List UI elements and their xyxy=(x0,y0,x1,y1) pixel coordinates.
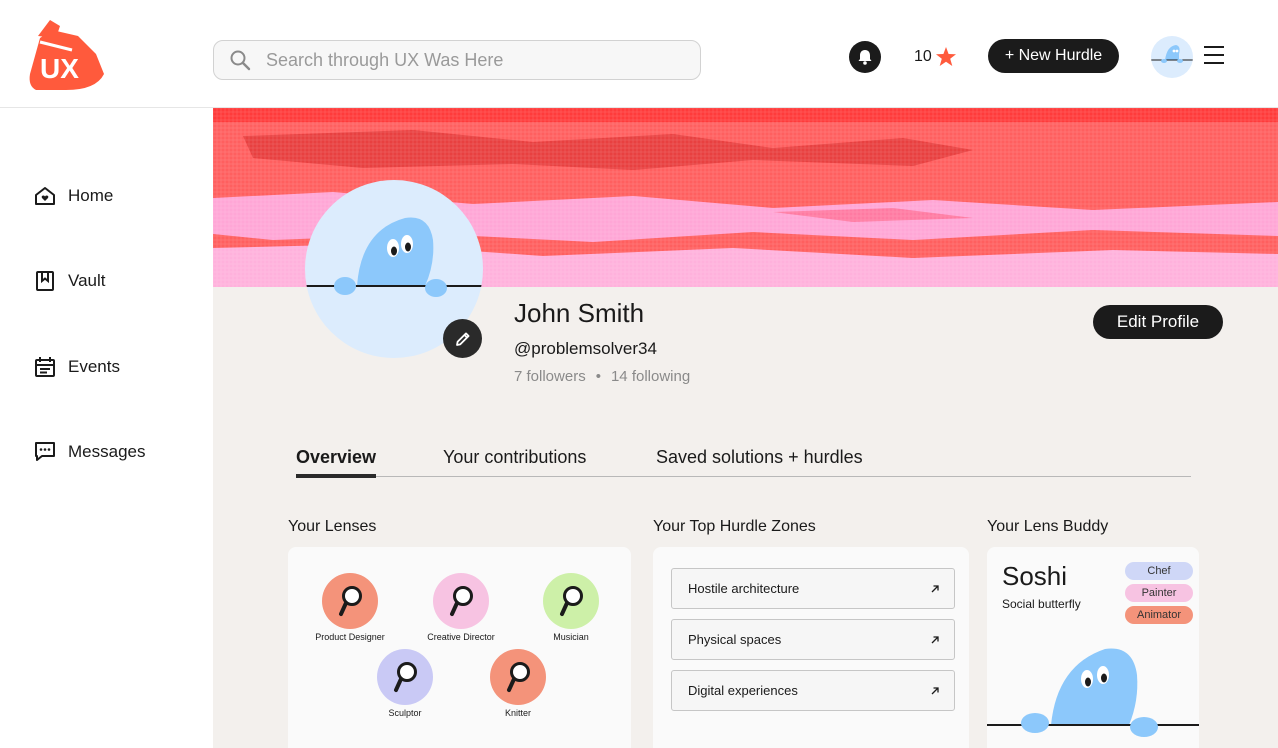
home-heart-icon xyxy=(35,187,55,205)
arrow-up-right-icon xyxy=(931,686,939,694)
bookmark-icon xyxy=(36,271,54,291)
lens-product-designer[interactable]: Product Designer xyxy=(295,573,405,642)
pencil-icon xyxy=(455,332,469,346)
sidebar-item-vault[interactable]: Vault xyxy=(34,270,106,292)
notifications-button[interactable] xyxy=(849,41,881,73)
lens-label: Sculptor xyxy=(388,708,422,718)
star-icon xyxy=(935,47,956,66)
sidebar-item-home[interactable]: Home xyxy=(34,185,113,207)
zone-item[interactable]: Hostile architecture xyxy=(671,568,955,609)
buddy-name: Soshi xyxy=(1002,561,1068,591)
magnifier-icon xyxy=(377,649,433,705)
separator-dot: • xyxy=(595,368,601,385)
sidebar-item-label: Vault xyxy=(68,271,106,290)
follow-stats: 7 followers • 14 following xyxy=(514,368,690,385)
points-value: 10 xyxy=(914,48,932,65)
tab-overview[interactable]: Overview xyxy=(296,447,377,478)
zone-item[interactable]: Digital experiences xyxy=(671,670,955,711)
edit-profile-button[interactable]: Edit Profile xyxy=(1093,305,1223,339)
message-icon xyxy=(35,442,55,461)
lenses-title: Your Lenses xyxy=(288,518,377,535)
buddy-tag-chef: Chef xyxy=(1125,562,1193,580)
magnifier-icon xyxy=(322,573,378,629)
buddy-mascot xyxy=(987,648,1199,737)
sidebar-item-label: Messages xyxy=(68,442,146,461)
profile-main: John Smith @problemsolver34 7 followers … xyxy=(213,108,1278,748)
sidebar-item-events[interactable]: Events xyxy=(34,356,120,378)
magnifier-icon xyxy=(543,573,599,629)
buddy-tag-animator: Animator xyxy=(1125,606,1193,624)
lens-sculptor[interactable]: Sculptor xyxy=(350,649,460,718)
edit-avatar-button[interactable] xyxy=(443,319,482,358)
zone-item[interactable]: Physical spaces xyxy=(671,619,955,660)
logo-text: UX xyxy=(40,53,79,84)
followers-link[interactable]: 7 followers xyxy=(514,368,586,385)
buddy-card: Soshi Social butterfly Chef Painter Anim… xyxy=(987,547,1199,748)
user-avatar[interactable] xyxy=(1151,36,1193,78)
lens-knitter[interactable]: Knitter xyxy=(463,649,573,718)
lens-label: Product Designer xyxy=(315,632,385,642)
tab-contributions[interactable]: Your contributions xyxy=(443,447,586,474)
lens-label: Creative Director xyxy=(427,632,495,642)
sidebar-item-label: Events xyxy=(68,357,120,376)
search-bar[interactable] xyxy=(213,40,701,80)
search-input[interactable] xyxy=(266,49,686,71)
lens-creative-director[interactable]: Creative Director xyxy=(406,573,516,642)
buddy-description: Social butterfly xyxy=(1002,597,1081,611)
arrow-up-right-icon xyxy=(931,635,939,643)
zone-label: Hostile architecture xyxy=(688,581,800,596)
buddy-tag-painter: Painter xyxy=(1125,584,1193,602)
sidebar: Home Vault Events Messages xyxy=(0,108,213,748)
zones-card: Hostile architecture Physical spaces Dig… xyxy=(653,547,969,748)
points-counter[interactable]: 10 xyxy=(914,46,957,68)
magnifier-icon xyxy=(433,573,489,629)
magnifier-icon xyxy=(490,649,546,705)
lenses-card: Product Designer Creative Director Music… xyxy=(288,547,631,748)
zone-label: Digital experiences xyxy=(688,683,798,698)
lens-label: Knitter xyxy=(504,708,531,718)
ux-logo[interactable]: UX xyxy=(26,16,106,92)
following-link[interactable]: 14 following xyxy=(611,368,690,385)
profile-name: John Smith xyxy=(514,298,645,328)
sidebar-item-messages[interactable]: Messages xyxy=(34,441,145,463)
zone-label: Physical spaces xyxy=(688,632,782,647)
new-hurdle-button[interactable]: + New Hurdle xyxy=(988,39,1119,73)
bell-icon xyxy=(858,50,872,65)
search-icon xyxy=(214,49,266,71)
profile-handle: @problemsolver34 xyxy=(514,339,657,358)
sidebar-item-label: Home xyxy=(68,186,114,205)
top-header: UX 10 + New Hurdle xyxy=(0,0,1278,108)
buddy-title: Your Lens Buddy xyxy=(987,518,1109,535)
calendar-icon xyxy=(35,357,55,377)
zones-title: Your Top Hurdle Zones xyxy=(653,518,816,535)
lens-label: Musician xyxy=(553,632,589,642)
profile-tabs: Overview Your contributions Saved soluti… xyxy=(296,447,1191,478)
arrow-up-right-icon xyxy=(931,584,939,592)
tab-saved[interactable]: Saved solutions + hurdles xyxy=(656,447,863,474)
lens-musician[interactable]: Musician xyxy=(516,573,626,642)
hamburger-menu-icon[interactable] xyxy=(1204,46,1224,64)
